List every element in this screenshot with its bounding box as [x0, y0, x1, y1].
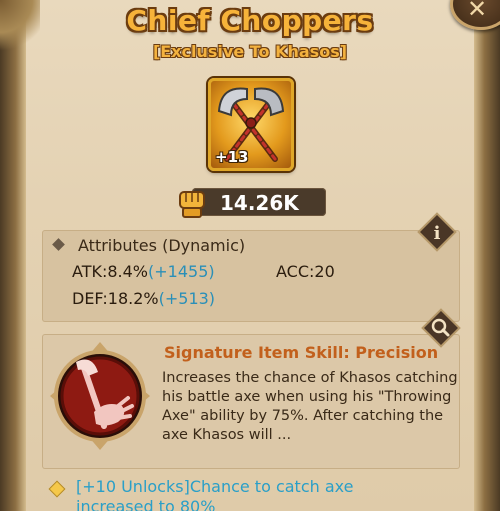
power-display: 14.26K [174, 184, 326, 220]
panel-frame-right [474, 0, 500, 511]
hand-axe-skill-icon[interactable] [48, 340, 152, 452]
item-title: Chief Choppers [126, 4, 374, 37]
fist-icon [179, 191, 205, 218]
item-detail-panel: Chief Choppers [Exclusive To Khasos] ✕ +… [0, 0, 500, 511]
stat-atk-label: ATK:8.4% [72, 262, 149, 281]
crossed-axes-icon[interactable]: +13 [208, 78, 294, 171]
item-subtitle: [Exclusive To Khasos] [152, 42, 348, 61]
stat-def-label: DEF:18.2% [72, 289, 159, 308]
skill-title: Signature Item Skill: Precision [164, 343, 439, 362]
item-level-badge: +13 [215, 148, 249, 166]
attributes-title: Attributes (Dynamic) [78, 236, 246, 255]
stat-atk: ATK:8.4%(+1455) [72, 262, 215, 281]
panel-frame-left [0, 0, 26, 511]
stat-atk-bonus: (+1455) [148, 262, 215, 281]
unlock-bonus-text: [+10 Unlocks]Chance to catch axe increas… [76, 477, 354, 511]
unlock-bullet-icon [48, 480, 66, 498]
close-icon: ✕ [467, 0, 488, 23]
stat-def: DEF:18.2%(+513) [72, 289, 215, 308]
stat-def-bonus: (+513) [158, 289, 216, 308]
info-icon[interactable]: i [417, 212, 457, 252]
magnifier-icon[interactable] [421, 308, 461, 348]
power-value: 14.26K [220, 191, 299, 215]
stat-acc-label: ACC:20 [276, 262, 335, 281]
stat-acc: ACC:20 [276, 262, 335, 281]
svg-text:i: i [434, 223, 441, 244]
skill-description: Increases the chance of Khasos catching … [162, 370, 458, 443]
